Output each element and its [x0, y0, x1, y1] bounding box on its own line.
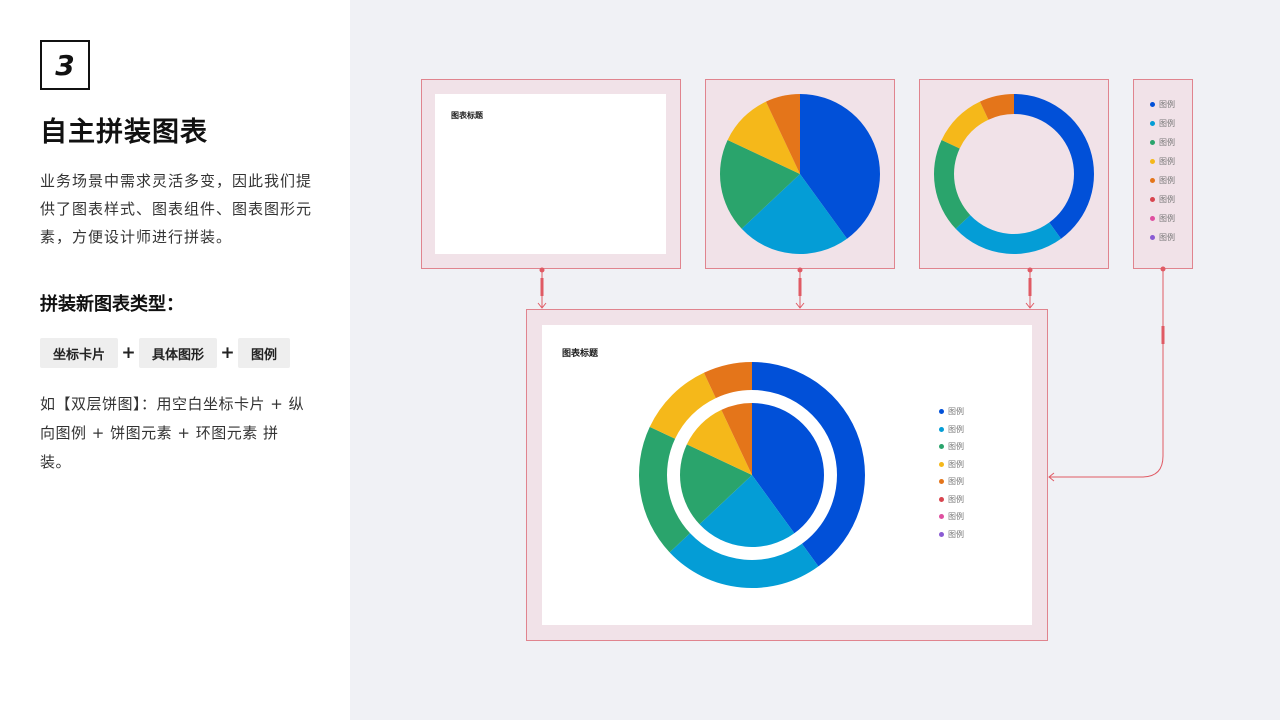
connector-thick-segment: [1028, 278, 1032, 296]
intro-panel: 3 自主拼装图表 业务场景中需求灵活多变，因此我们提供了图表样式、图表组件、图表…: [0, 0, 350, 720]
plus-sign: +: [121, 343, 136, 363]
connector-line: [1049, 269, 1164, 478]
connector-thick-segment: [798, 278, 802, 296]
tag-legend: 图例: [238, 338, 291, 368]
connector-dot: [1027, 267, 1033, 273]
step-number-badge: 3: [40, 40, 90, 90]
connector-thick-segment: [540, 278, 544, 296]
description-text: 业务场景中需求灵活多变，因此我们提供了图表样式、图表组件、图表图形元素，方便设计…: [40, 172, 313, 246]
section-subtitle: 拼装新图表类型：: [40, 294, 184, 315]
page-title: 自主拼装图表: [40, 117, 208, 148]
example-text: 如【双层饼图】：用空白坐标卡片 + 纵向图例 + 饼图元素 + 环图元素 拼装。: [40, 395, 305, 471]
component-tags: 坐标卡片 + 具体图形 + 图例: [40, 338, 291, 368]
assembly-diagram: 图表标题 图例 图例 图例 图例 图例 图例 图例 图例 图表标题 图例 图例 图例 图例 图例 图例图…: [350, 0, 1280, 720]
tag-coordinate-card: 坐标卡片: [40, 338, 119, 368]
tag-specific-shape: 具体图形: [139, 338, 218, 368]
connector-lines: [537, 266, 1166, 482]
plus-sign: +: [220, 343, 235, 363]
connector-thick-segment: [1161, 326, 1165, 344]
connector-dot: [797, 267, 803, 273]
connector-dot: [1160, 266, 1166, 272]
connector-dot: [539, 267, 545, 273]
